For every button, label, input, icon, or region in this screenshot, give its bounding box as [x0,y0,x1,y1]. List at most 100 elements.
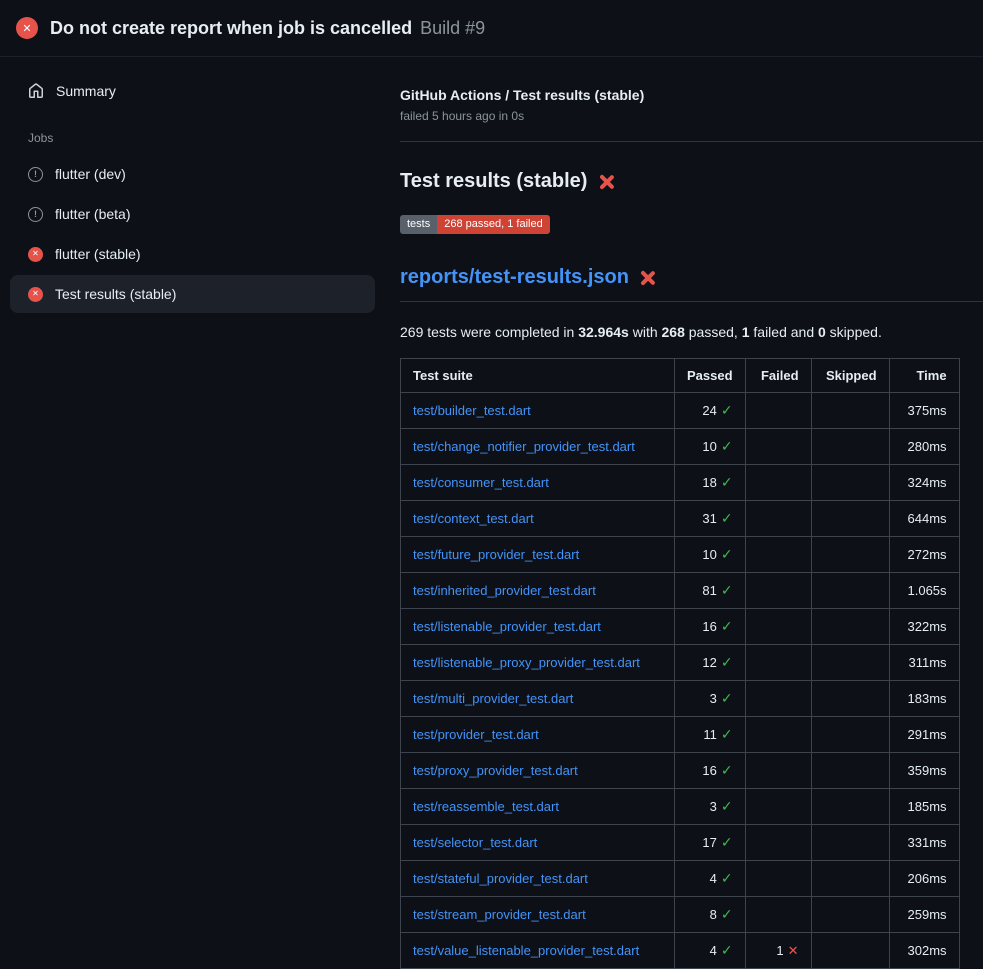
suite-link[interactable]: test/inherited_provider_test.dart [413,583,596,598]
failed-cell [745,465,811,501]
pass-check-icon: ✓ [721,618,733,634]
passed-cell: 3✓ [675,681,746,717]
summary-number: 32.964s [578,324,629,340]
skipped-cell [811,465,889,501]
suite-link[interactable]: test/stream_provider_test.dart [413,907,586,922]
suite-link[interactable]: test/builder_test.dart [413,403,531,418]
time-cell: 1.065s [889,573,959,609]
summary-fragment: passed, [685,324,742,340]
failed-cell [745,393,811,429]
passed-cell: 4✓ [675,861,746,897]
section-title: Test results (stable) [400,170,587,193]
suite-link[interactable]: test/consumer_test.dart [413,475,549,490]
table-row: test/builder_test.dart24✓375ms [401,393,960,429]
suite-link[interactable]: test/multi_provider_test.dart [413,691,573,706]
table-row: test/reassemble_test.dart 3✓ 185ms [401,789,960,825]
skipped-cell [811,681,889,717]
passed-cell: 3✓ [675,789,746,825]
table-header-row: Test suitePassedFailedSkippedTime [401,359,960,393]
sidebar-item-summary[interactable]: Summary [0,73,385,109]
suite-link[interactable]: test/selector_test.dart [413,835,537,850]
passed-count: 18 [702,475,716,490]
x-circle-icon: ✕ [28,287,43,302]
skipped-cell [811,501,889,537]
suite-link[interactable]: test/reassemble_test.dart [413,799,559,814]
passed-cell: 10✓ [675,537,746,573]
pass-check-icon: ✓ [721,438,733,454]
report-heading-row: reports/test-results.json [400,266,983,302]
failed-cell [745,645,811,681]
skipped-cell [811,393,889,429]
suite-cell: test/proxy_provider_test.dart [401,753,675,789]
failed-cell [745,537,811,573]
suite-link[interactable]: test/listenable_provider_test.dart [413,619,601,634]
tests-badge: tests 268 passed, 1 failed [400,215,550,234]
fail-x-icon: ✕ [788,943,799,958]
suite-cell: test/stateful_provider_test.dart [401,861,675,897]
results-table: Test suitePassedFailedSkippedTime test/b… [400,358,960,969]
failed-cross-icon [598,174,614,190]
failed-cell [745,573,811,609]
skipped-cell [811,537,889,573]
time-cell: 183ms [889,681,959,717]
suite-link[interactable]: test/change_notifier_provider_test.dart [413,439,635,454]
failed-cell [745,897,811,933]
passed-cell: 11✓ [675,717,746,753]
skipped-cell [811,753,889,789]
suite-link[interactable]: test/future_provider_test.dart [413,547,579,562]
time-cell: 359ms [889,753,959,789]
sidebar: Summary Jobs !flutter (dev)!flutter (bet… [0,57,385,315]
badge-value: 268 passed, 1 failed [437,215,549,234]
passed-count: 8 [710,907,717,922]
alert-circle-icon: ! [28,207,43,222]
sidebar-item-job[interactable]: ✕Test results (stable) [10,275,375,313]
divider [400,141,983,142]
suite-link[interactable]: test/context_test.dart [413,511,534,526]
suite-cell: test/reassemble_test.dart [401,789,675,825]
passed-count: 81 [702,583,716,598]
suite-cell: test/change_notifier_provider_test.dart [401,429,675,465]
skipped-cell [811,789,889,825]
table-row: test/stream_provider_test.dart8✓259ms [401,897,960,933]
suite-link[interactable]: test/stateful_provider_test.dart [413,871,588,886]
skipped-cell [811,825,889,861]
summary-fragment: skipped. [826,324,882,340]
failed-count: 1 [776,943,783,958]
time-cell: 185ms [889,789,959,825]
passed-cell: 31 ✓ [675,501,746,537]
failed-cell [745,429,811,465]
suite-link[interactable]: test/provider_test.dart [413,727,539,742]
pass-check-icon: ✓ [721,870,733,886]
passed-count: 4 [710,871,717,886]
sidebar-item-job[interactable]: ✕flutter (stable) [10,235,375,273]
table-row: test/multi_provider_test.dart 3✓ 183ms [401,681,960,717]
passed-count: 3 [710,691,717,706]
passed-count: 31 [702,511,716,526]
sidebar-item-job[interactable]: !flutter (beta) [10,195,375,233]
failed-cell [745,501,811,537]
time-cell: 331ms [889,825,959,861]
suite-link[interactable]: test/proxy_provider_test.dart [413,763,578,778]
passed-cell: 12✓ [675,645,746,681]
pass-check-icon: ✓ [721,510,733,526]
summary-label: Summary [56,83,116,99]
section-title-row: Test results (stable) [400,170,983,193]
column-header: Failed [745,359,811,393]
suite-link[interactable]: test/value_listenable_provider_test.dart [413,943,639,958]
suite-cell: test/context_test.dart [401,501,675,537]
suite-cell: test/stream_provider_test.dart [401,897,675,933]
pass-check-icon: ✓ [721,906,733,922]
passed-count: 11 [703,727,717,742]
time-cell: 272ms [889,537,959,573]
run-status-line: failed 5 hours ago in 0s [400,109,983,123]
column-header: Time [889,359,959,393]
suite-link[interactable]: test/listenable_proxy_provider_test.dart [413,655,640,670]
sidebar-item-job[interactable]: !flutter (dev) [10,155,375,193]
report-file-link[interactable]: reports/test-results.json [400,266,629,289]
passed-count: 24 [702,403,716,418]
job-label: flutter (stable) [55,246,141,262]
suite-cell: test/builder_test.dart [401,393,675,429]
time-cell: 322ms [889,609,959,645]
passed-count: 10 [702,547,716,562]
skipped-cell [811,645,889,681]
